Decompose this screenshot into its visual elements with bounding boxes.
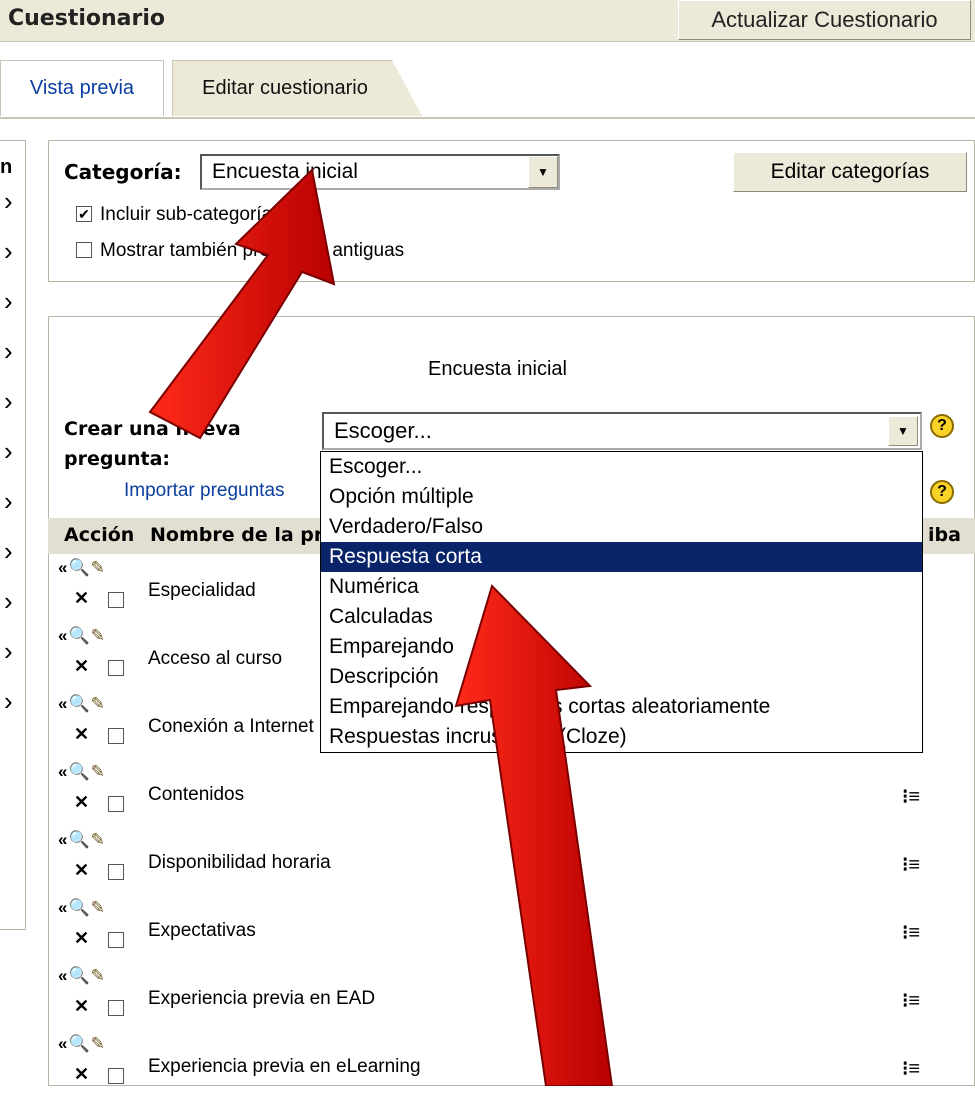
red-arrow-icon bbox=[454, 584, 614, 1086]
red-arrow-icon bbox=[148, 167, 336, 440]
annotation-arrows bbox=[148, 167, 614, 1086]
